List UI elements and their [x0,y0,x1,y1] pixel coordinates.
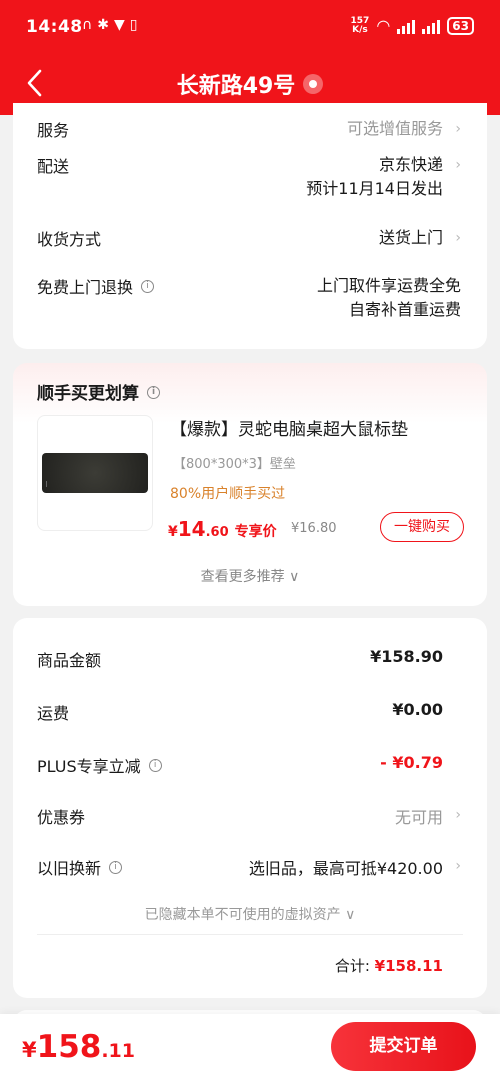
submit-order-button[interactable]: 提交订单 [331,1022,476,1071]
return-line2: 自寄补首重运费 [348,300,461,319]
vibrate-icon: ▯ [129,17,138,33]
address-title[interactable]: 长新路49号 [0,68,500,100]
chevron-right-icon: › [455,858,461,874]
product-spec: 【800*300*3】壁垒 [173,457,296,472]
chevron-down-icon: ∨ [289,569,300,585]
top-bar: 14:48 ∩ ✱ ▼ ▯ 157 K/s ◠ 63 长新路49号 [0,0,500,115]
addon-card: 顺手买更划算 i 【爆款】灵蛇电脑桌超大鼠标垫 【800*300*3】壁垒 80%… [13,363,487,606]
addon-title: 顺手买更划算 [37,384,139,404]
divider [37,934,463,935]
status-bar: 14:48 ∩ ✱ ▼ ▯ 157 K/s ◠ 63 [0,0,500,56]
shipping-value-block: 京东快递 预计11月14日发出 [306,153,443,201]
receive-value: 送货上门 [378,228,443,247]
more-recommendations[interactable]: 查看更多推荐 ∨ [13,566,487,586]
status-right: 157 K/s ◠ 63 [351,16,474,35]
order-total: 合计: ¥158.11 [334,957,443,975]
status-time: 14:48 [26,17,83,37]
chevron-right-icon: › [455,157,461,173]
headset-icon: ∩ [82,17,93,33]
receive-label: 收货方式 [37,230,102,249]
shipping-value: 京东快递 [378,155,443,174]
return-value-block: 上门取件享运费全免 自寄补首重运费 [317,274,461,322]
signal-1-icon [397,18,416,34]
service-value: 可选增值服务 [346,119,443,138]
bluetooth-icon: ✱ [97,17,109,33]
chevron-down-icon: ∨ [345,907,356,923]
net-speed: 157 K/s [350,15,370,35]
location-icon: ▼ [113,17,125,33]
service-label: 服务 [37,121,70,140]
info-icon[interactable]: i [109,861,123,874]
payable-amount: ¥158.11 [22,1029,136,1065]
status-icons: ∩ ✱ ▼ ▯ [82,17,137,33]
wifi-icon: ◠ [376,16,391,35]
location-pin-icon [303,74,324,94]
bottom-bar: ¥158.11 提交订单 [0,1014,500,1079]
return-label: 免费上门退换 [37,278,134,297]
chevron-right-icon: › [455,230,461,246]
product-note: 80%用户顺手买过 [170,486,286,502]
summary-card: 商品金额 ¥158.90 运费 ¥0.00 PLUS专享立减 i - ¥0.79 … [13,618,487,998]
one-click-buy-button[interactable]: 一键购买 [380,512,464,542]
original-price: ¥16.80 [291,521,337,536]
chevron-right-icon: › [455,807,461,823]
shipping-eta: 预计11月14日发出 [306,179,443,198]
chevron-right-icon: › [455,121,461,137]
battery-icon: 63 [447,16,474,35]
product-thumbnail[interactable] [37,415,153,531]
return-line1: 上门取件享运费全免 [316,276,461,295]
info-icon[interactable]: i [148,759,162,772]
info-icon[interactable]: i [141,280,155,293]
delivery-card: 服务 可选增值服务 › 配送 京东快递 预计11月14日发出 › 收货方式 送货… [13,103,487,349]
mouse-pad-image [42,453,148,493]
shipping-label: 配送 [37,157,70,176]
price-label: 专享价 [234,524,277,540]
product-name[interactable]: 【爆款】灵蛇电脑桌超大鼠标垫 [170,415,408,440]
hidden-assets-toggle[interactable]: 已隐藏本单不可使用的虚拟资产 ∨ [13,904,487,924]
product-price: ¥14.60 专享价 [168,517,277,541]
page-title: 长新路49号 [176,74,296,99]
info-icon[interactable]: i [147,385,160,399]
signal-2-icon [422,18,441,34]
